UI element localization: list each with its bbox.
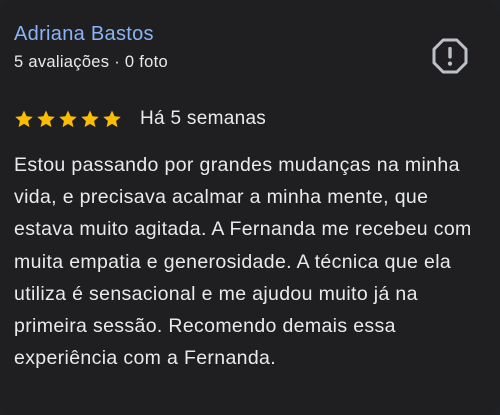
review-card: Adriana Bastos 5 avaliações · 0 foto Há … bbox=[0, 0, 500, 415]
star-icon bbox=[14, 109, 34, 129]
star-icon bbox=[36, 109, 56, 129]
reviewer-stats: 5 avaliações · 0 foto bbox=[14, 53, 168, 71]
report-flag-icon bbox=[432, 38, 468, 74]
report-review-button[interactable] bbox=[430, 36, 470, 76]
review-date: Há 5 semanas bbox=[140, 108, 267, 129]
rating-row: Há 5 semanas bbox=[14, 106, 266, 132]
star-rating bbox=[14, 109, 122, 129]
star-icon bbox=[58, 109, 78, 129]
star-icon bbox=[102, 109, 122, 129]
review-text: Estou passando por grandes mudanças na m… bbox=[14, 154, 472, 370]
star-icon bbox=[80, 109, 100, 129]
reviewer-name-link[interactable]: Adriana Bastos bbox=[14, 22, 154, 46]
